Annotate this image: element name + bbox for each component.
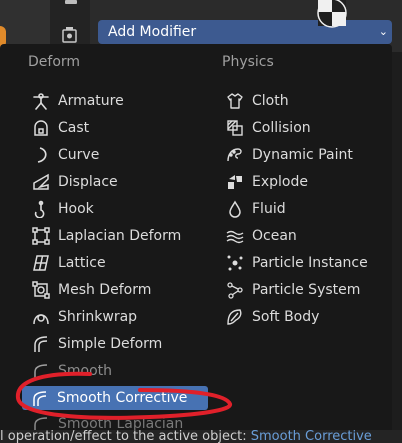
explode-icon — [228, 175, 242, 189]
shrinkwrap-icon — [33, 314, 49, 325]
fluid-icon — [229, 200, 241, 218]
smooth-corrective-icon — [33, 391, 47, 406]
particle-instance-icon — [227, 255, 243, 271]
add-modifier-label: Add Modifier — [108, 24, 197, 40]
menu-item-lattice[interactable]: Lattice — [30, 251, 210, 275]
cloth-icon — [227, 93, 243, 109]
menu-item-label: Smooth Corrective — [57, 390, 188, 406]
render-tab-icon[interactable] — [62, 26, 80, 44]
menu-item-label: Lattice — [58, 255, 106, 271]
menu-item-label: Particle Instance — [252, 255, 368, 271]
menu-item-displace[interactable]: Displace — [30, 170, 210, 194]
menu-item-dynamic-paint[interactable]: Dynamic Paint — [224, 143, 392, 167]
menu-item-laplacian-deform[interactable]: Laplacian Deform — [30, 224, 210, 248]
menu-item-label: Hook — [58, 201, 94, 217]
cast-icon — [34, 120, 48, 136]
checker-widget-icon[interactable] — [316, 0, 350, 30]
menu-item-cloth[interactable]: Cloth — [224, 89, 392, 113]
menu-item-smooth-corrective[interactable]: Smooth Corrective — [22, 386, 208, 410]
lattice-icon — [33, 255, 49, 271]
displace-icon — [33, 173, 49, 190]
menu-item-label: Dynamic Paint — [252, 147, 353, 163]
soft-body-icon — [227, 309, 242, 325]
menu-item-ocean[interactable]: Ocean — [224, 224, 392, 248]
ocean-icon — [226, 230, 244, 244]
smooth-icon — [34, 364, 48, 379]
menu-item-label: Laplacian Deform — [58, 228, 182, 244]
menu-item-label: Shrinkwrap — [58, 309, 138, 325]
menu-item-label: Particle System — [252, 282, 361, 298]
menu-item-label: Explode — [252, 174, 308, 190]
menu-item-explode[interactable]: Explode — [224, 170, 392, 194]
physics-column-header: Physics — [222, 54, 274, 70]
menu-item-shrinkwrap[interactable]: Shrinkwrap — [30, 305, 210, 329]
menu-item-label: Armature — [58, 93, 124, 109]
menu-item-label: Collision — [252, 120, 311, 136]
menu-item-hook[interactable]: Hook — [30, 197, 210, 221]
menu-item-label: Fluid — [252, 201, 286, 217]
menu-item-cast[interactable]: Cast — [30, 116, 210, 140]
menu-item-smooth[interactable]: Smooth — [30, 359, 210, 383]
menu-item-curve[interactable]: Curve — [30, 143, 210, 167]
simple-deform-icon — [34, 336, 48, 352]
menu-item-smooth-laplacian[interactable]: Smooth Laplacian — [30, 412, 210, 430]
menu-item-label: Curve — [58, 147, 100, 163]
menu-item-fluid[interactable]: Fluid — [224, 197, 392, 221]
tooltip-text: l operation/effect to the active object: — [0, 430, 247, 443]
menu-item-label: Ocean — [252, 228, 297, 244]
menu-item-armature[interactable]: Armature — [30, 89, 210, 113]
mesh-deform-icon — [32, 281, 50, 299]
particle-system-icon — [227, 282, 243, 299]
armature-icon — [33, 93, 49, 110]
collision-icon — [227, 120, 243, 136]
dynamic-paint-icon — [227, 148, 242, 162]
deform-column-header: Deform — [28, 54, 81, 70]
menu-item-label: Simple Deform — [58, 336, 163, 352]
menu-item-label: Smooth Laplacian — [58, 416, 184, 430]
menu-item-label: Cloth — [252, 93, 289, 109]
menu-item-collision[interactable]: Collision — [224, 116, 392, 140]
menu-item-label: Smooth — [58, 363, 113, 379]
hook-icon — [34, 200, 45, 218]
chevron-down-icon: ⌄ — [378, 25, 388, 38]
menu-item-label: Displace — [58, 174, 118, 190]
tooltip-highlight: Smooth Corrective — [250, 430, 372, 443]
menu-item-label: Soft Body — [252, 309, 320, 325]
smooth-laplacian-icon — [34, 417, 48, 430]
menu-item-simple-deform[interactable]: Simple Deform — [30, 332, 210, 356]
menu-item-label: Cast — [58, 120, 90, 136]
menu-item-particle-system[interactable]: Particle System — [224, 278, 392, 302]
curve-icon — [37, 147, 47, 163]
menu-item-label: Mesh Deform — [58, 282, 152, 298]
status-bar-tooltip: l operation/effect to the active object:… — [0, 430, 402, 443]
laplacian-deform-icon — [32, 227, 50, 245]
menu-item-mesh-deform[interactable]: Mesh Deform — [30, 278, 210, 302]
tool-tab-icon[interactable] — [62, 0, 80, 6]
menu-item-soft-body[interactable]: Soft Body — [224, 305, 392, 329]
menu-item-particle-instance[interactable]: Particle Instance — [224, 251, 392, 275]
